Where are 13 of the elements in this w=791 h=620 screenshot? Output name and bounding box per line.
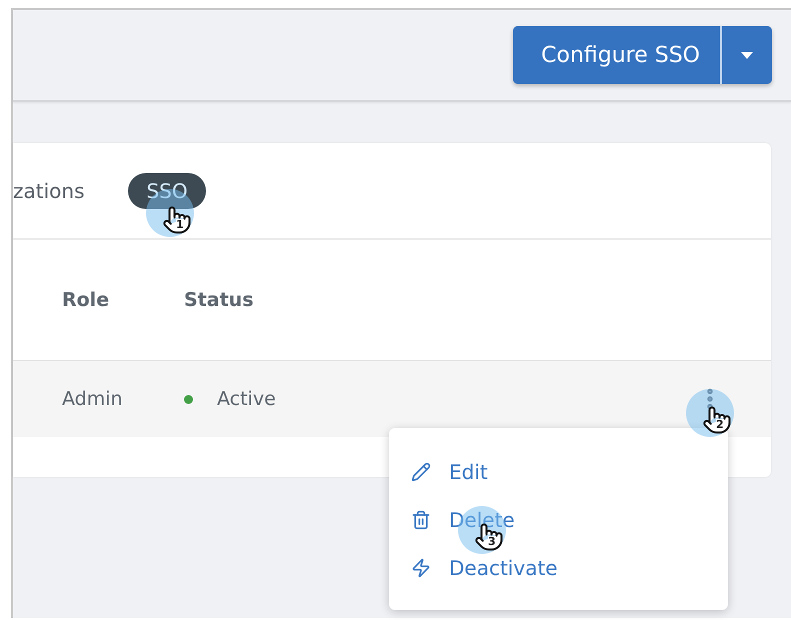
tab[interactable]: zations: [13, 172, 84, 208]
menu-item[interactable]: Edit: [389, 452, 488, 492]
tab[interactable]: SSO: [128, 172, 206, 208]
column-header: Status: [184, 289, 255, 311]
role-cell-text: Admin: [62, 388, 124, 410]
trash-icon: [411, 510, 431, 530]
pencil-icon: [411, 462, 431, 482]
status-cell: Active: [217, 388, 276, 410]
menu-item[interactable]: Deactivate: [389, 548, 558, 588]
lightning-icon: [411, 558, 431, 578]
configure-sso-button[interactable]: Configure SSO: [513, 26, 722, 84]
caret-icon: [741, 52, 753, 58]
column-header: Role: [62, 289, 110, 311]
